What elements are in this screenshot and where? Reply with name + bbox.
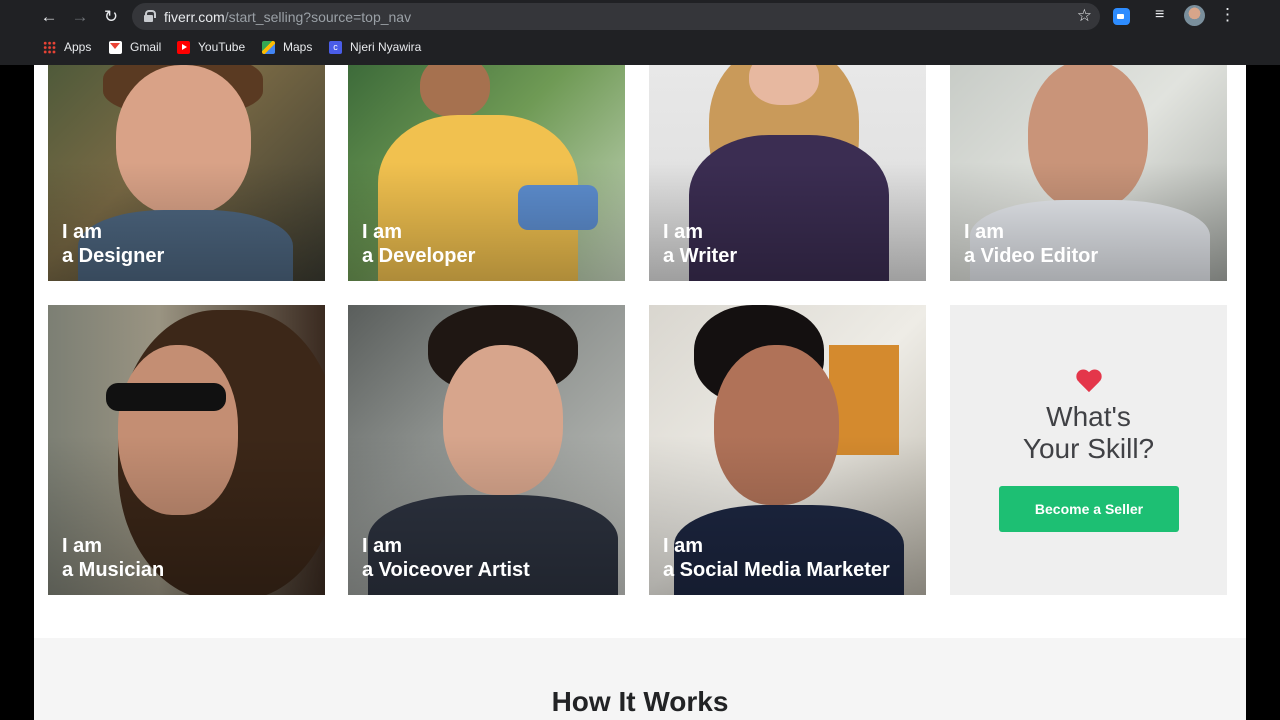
browser-chrome: ← → ↻ fiverr.com/start_selling?source=to…: [0, 0, 1280, 65]
bookmark-njeri-nyawira[interactable]: c Njeri Nyawira: [329, 40, 421, 54]
card-caption: I am a Designer: [62, 221, 165, 267]
card-caption: I am a Writer: [663, 221, 738, 267]
bookmark-gmail[interactable]: Gmail: [109, 40, 161, 54]
bookmark-label: Maps: [283, 40, 313, 54]
page-content: I am a Designer I am a Developer I am a Wri…: [34, 65, 1246, 720]
become-a-seller-button[interactable]: Become a Seller: [999, 486, 1179, 532]
url-text: fiverr.com/start_selling?source=top_nav: [164, 9, 411, 25]
profile-card-writer[interactable]: I am a Writer: [649, 65, 926, 281]
card-caption: I am a Musician: [62, 535, 165, 581]
canva-icon: c: [329, 40, 342, 54]
address-bar[interactable]: fiverr.com/start_selling?source=top_nav …: [132, 3, 1100, 30]
lock-icon: [144, 10, 156, 22]
bookmarks-bar: Apps Gmail YouTube Maps c Njeri Nyawira: [0, 36, 1280, 60]
url-host: fiverr.com: [164, 9, 225, 25]
how-it-works-title: How It Works: [551, 686, 729, 717]
card-caption: I am a Social Media Marketer: [663, 535, 890, 581]
card-caption: I am a Developer: [362, 221, 476, 267]
forward-icon[interactable]: →: [69, 6, 91, 28]
maps-icon: [262, 40, 275, 54]
card-caption: I am a Video Editor: [964, 221, 1099, 267]
bookmark-label: Apps: [64, 40, 92, 54]
how-it-works-section: How It Works: [34, 638, 1246, 720]
profile-card-social-media-marketer[interactable]: I am a Social Media Marketer: [649, 305, 926, 595]
bookmark-youtube[interactable]: YouTube: [177, 40, 245, 54]
card-caption: I am a Voiceover Artist: [362, 535, 530, 581]
bookmark-label: Njeri Nyawira: [350, 40, 422, 54]
url-path: /start_selling?source=top_nav: [224, 9, 412, 25]
profile-avatar[interactable]: [1184, 5, 1205, 26]
profile-card-designer[interactable]: I am a Designer: [48, 65, 325, 281]
profile-card-voiceover-artist[interactable]: I am a Voiceover Artist: [348, 305, 625, 595]
back-icon[interactable]: ←: [38, 6, 60, 28]
browser-toolbar: ← → ↻ fiverr.com/start_selling?source=to…: [0, 0, 1280, 33]
youtube-icon: [177, 40, 190, 54]
bookmark-maps[interactable]: Maps: [262, 40, 312, 54]
bookmark-star-icon[interactable]: ☆: [1077, 6, 1092, 26]
bookmark-label: YouTube: [198, 40, 246, 54]
menu-kebab-icon[interactable]: ⋮: [1219, 5, 1236, 25]
profile-card-developer[interactable]: I am a Developer: [348, 65, 625, 281]
whats-your-skill-card: What's Your Skill? Become a Seller: [950, 305, 1227, 595]
skill-card-title: What's Your Skill?: [1022, 401, 1155, 464]
reload-icon[interactable]: ↻: [100, 6, 122, 28]
bookmark-label: Gmail: [130, 40, 162, 54]
profile-card-video-editor[interactable]: I am a Video Editor: [950, 65, 1227, 281]
reading-list-icon[interactable]: ≡: [1155, 6, 1164, 24]
profile-card-musician[interactable]: I am a Musician: [48, 305, 325, 595]
heart-icon: [1075, 370, 1103, 396]
bookmark-apps[interactable]: Apps: [43, 40, 91, 54]
zoom-extension-icon[interactable]: [1113, 8, 1130, 25]
gmail-icon: [109, 40, 122, 54]
apps-grid-icon: [43, 40, 56, 54]
